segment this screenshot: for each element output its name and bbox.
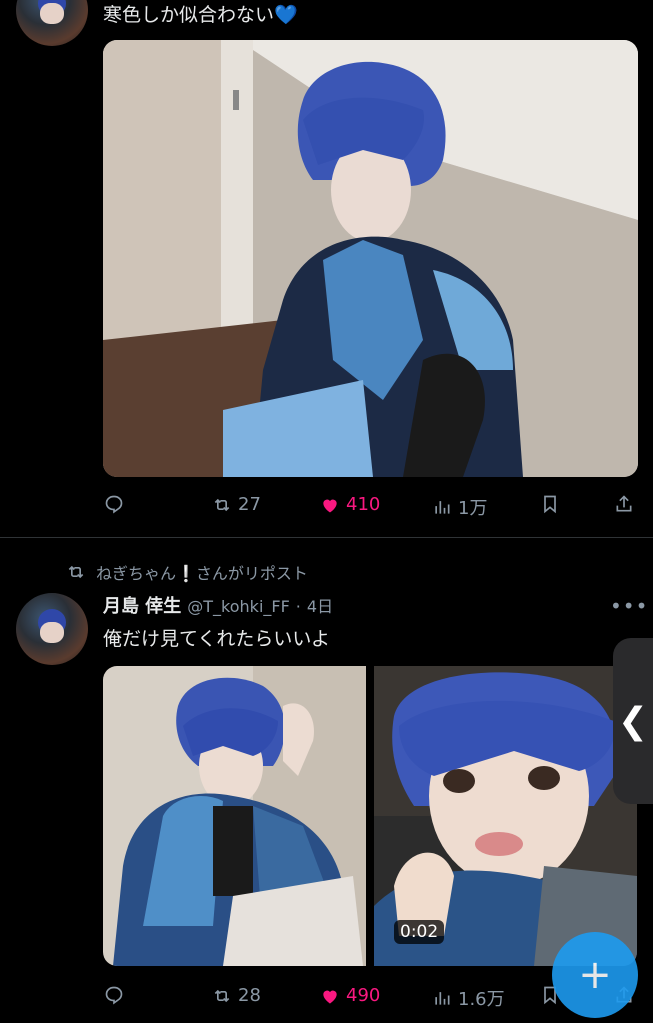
bookmark-icon [544,495,556,514]
side-panel-tab[interactable]: ❮ [613,638,653,804]
tweet1-photo[interactable] [103,40,638,477]
views-count: 1.6万 [458,989,505,1010]
video-duration-badge: 0:02 [394,920,445,944]
like-button[interactable]: 490 [320,985,380,1006]
tweet2-photo-1-image [103,666,366,966]
tweet2-text: 俺だけ見てくれたらいいよ [103,628,331,650]
like-count: 410 [346,494,381,515]
reply-icon [105,986,123,1005]
retweet-icon [68,565,84,579]
compose-button[interactable]: + [552,932,638,1018]
tweet-divider [0,537,653,538]
like-count: 490 [346,985,381,1006]
retweet-count: 27 [238,494,261,515]
repost-label[interactable]: ねぎちゃん❕さんがリポスト [96,560,308,584]
reply-button[interactable] [104,985,124,1005]
tweet1-photo-image [103,40,638,477]
dot-separator: · [295,597,301,616]
share-icon [616,495,632,512]
heart-icon [323,499,337,512]
tweet1-text: 寒色しか似合わない💙 [103,4,298,26]
views-button[interactable]: 1万 [432,494,487,520]
repost-indicator: ねぎちゃん❕さんがリポスト [66,560,308,584]
retweet-count: 28 [238,985,261,1006]
tweet-time[interactable]: 4日 [307,593,333,617]
share-button[interactable] [614,494,634,514]
heart-icon [323,990,337,1003]
author-handle[interactable]: @T_kohki_FF [187,597,290,616]
author-name[interactable]: 月島 倖生 [103,592,181,618]
tweet1-avatar[interactable] [16,0,88,46]
tweet2-avatar[interactable] [16,593,88,665]
retweet-button[interactable]: 28 [212,985,261,1006]
bookmark-button[interactable] [540,494,560,514]
views-icon [435,992,450,1005]
reply-icon [105,495,123,514]
like-button[interactable]: 410 [320,494,380,515]
views-icon [435,501,450,514]
chevron-left-icon: ❮ [617,700,649,742]
plus-icon: + [578,952,612,998]
more-options-button[interactable]: ••• [610,594,648,618]
retweet-icon [214,989,230,1002]
reply-button[interactable] [104,494,124,514]
tweet2-header: 月島 倖生 @T_kohki_FF · 4日 [103,592,333,618]
retweet-button[interactable]: 27 [212,494,261,515]
more-icon: ••• [610,594,649,618]
video-duration: 0:02 [400,922,439,942]
tweet2-photo-1[interactable] [103,666,366,966]
retweet-icon [214,498,230,511]
views-button[interactable]: 1.6万 [432,985,505,1011]
views-count: 1万 [458,498,488,519]
